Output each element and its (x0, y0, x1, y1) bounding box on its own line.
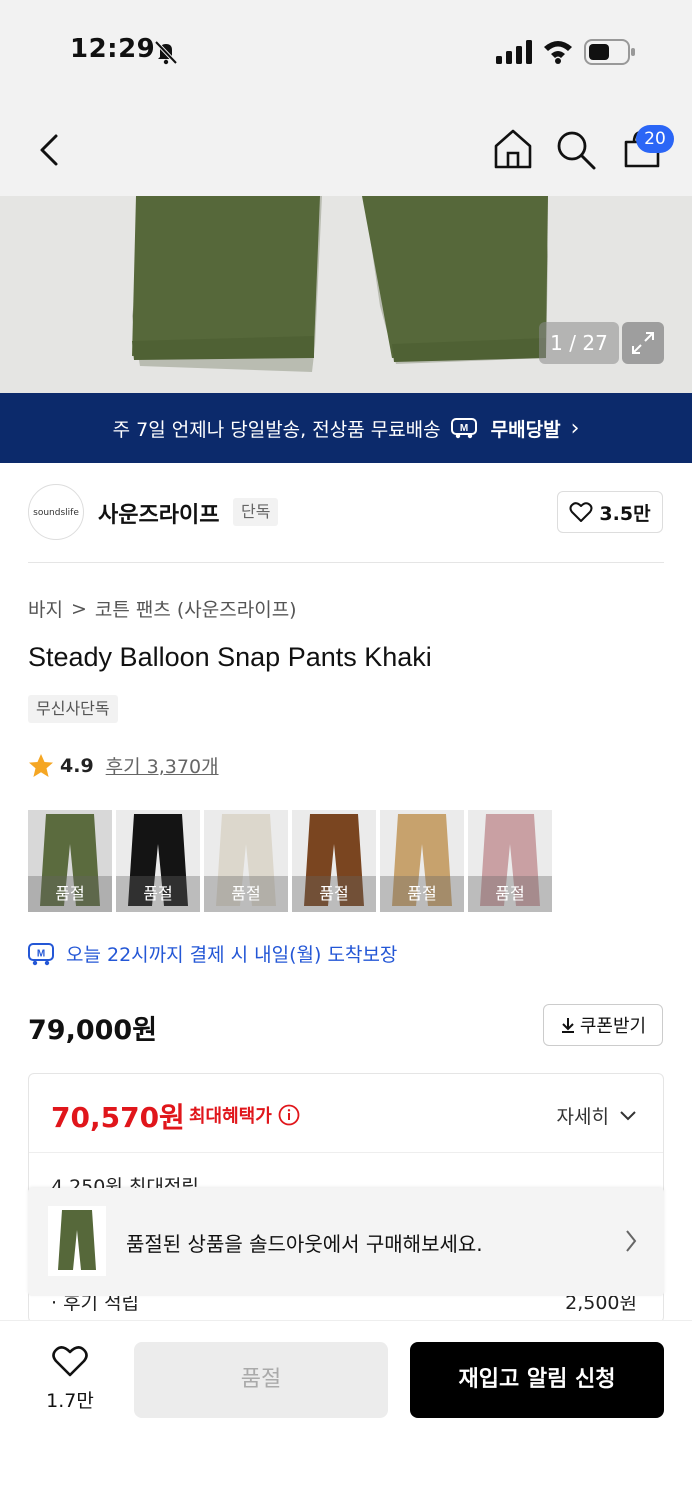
banner-text: 주 7일 언제나 당일발송, 전상품 무료배송 (112, 418, 441, 441)
battery-icon (584, 39, 635, 65)
wishlist-count: 1.7만 (46, 1390, 94, 1412)
wifi-icon (544, 41, 572, 64)
heart-icon (569, 502, 593, 522)
brand-logo[interactable]: soundslife (28, 484, 84, 540)
info-icon[interactable] (278, 1104, 300, 1126)
wishlist-button[interactable]: 1.7만 (40, 1344, 100, 1413)
product-thumbnail (48, 1206, 106, 1276)
expand-icon[interactable] (622, 322, 664, 364)
chevron-right-icon (626, 1230, 637, 1252)
bell-muted-icon (154, 40, 178, 65)
svg-text:M: M (459, 423, 467, 434)
original-price: 79,000원 (28, 1015, 158, 1046)
soldout-label: 품절 (292, 876, 376, 912)
banner-badge: 무배당발 (490, 418, 561, 441)
free-shipping-banner[interactable]: 주 7일 언제나 당일발송, 전상품 무료배송 M 무배당발 › (0, 393, 692, 463)
coupon-label: 쿠폰받기 (579, 1016, 647, 1037)
breadcrumb-category[interactable]: 바지 (28, 595, 63, 622)
download-icon (561, 1018, 574, 1033)
breadcrumb-separator: > (70, 597, 87, 620)
color-options: 품절 품절 품절 품절 품절 품절 (28, 810, 552, 912)
color-swatch[interactable]: 품절 (28, 810, 112, 912)
brand-exclusive-tag: 단독 (233, 498, 279, 526)
benefit-price: 70,570원 (51, 1101, 185, 1134)
soldout-label: 품절 (468, 876, 552, 912)
color-swatch[interactable]: 품절 (292, 810, 376, 912)
product-title: Steady Balloon Snap Pants Khaki (28, 642, 432, 672)
pants-image (132, 196, 548, 372)
divider (28, 562, 664, 563)
soldout-button[interactable]: 품절 (134, 1342, 388, 1418)
restock-alert-button[interactable]: 재입고 알림 신청 (410, 1342, 664, 1418)
delivery-text: 오늘 22시까지 결제 시 내일(월) 도착보장 (66, 944, 398, 966)
breadcrumb: 바지 > 코튼 팬츠 (사운즈라이프) (28, 595, 297, 622)
delivery-guarantee[interactable]: M 오늘 22시까지 결제 시 내일(월) 도착보장 (28, 940, 397, 967)
cart-count-badge: 20 (636, 125, 674, 153)
toast-text: 품절된 상품을 솔드아웃에서 구매해보세요. (126, 1232, 483, 1256)
soldout-label: 품절 (116, 876, 200, 912)
breadcrumb-subcategory[interactable]: 코튼 팬츠 (사운즈라이프) (95, 595, 297, 622)
color-swatch[interactable]: 품절 (204, 810, 288, 912)
heart-icon (52, 1346, 88, 1377)
benefit-detail-toggle[interactable]: 자세히 (557, 1102, 637, 1129)
review-count-link[interactable]: 후기 3,370개 (106, 752, 219, 779)
svg-text:M: M (37, 948, 45, 959)
color-swatch[interactable]: 품절 (116, 810, 200, 912)
cellular-signal-icon (496, 40, 532, 64)
benefit-label: 최대혜택가 (189, 1102, 300, 1128)
search-icon[interactable] (554, 128, 598, 172)
home-icon[interactable] (490, 126, 536, 172)
soldout-label: 품절 (204, 876, 288, 912)
color-swatch[interactable]: 품절 (468, 810, 552, 912)
rating-score: 4.9 (60, 754, 94, 777)
brand-like-count: 3.5만 (599, 502, 651, 525)
soldout-label: 품절 (380, 876, 464, 912)
status-time: 12:29 (70, 34, 156, 64)
chevron-right-icon: › (570, 415, 580, 441)
rating[interactable]: 4.9 후기 3,370개 (28, 752, 219, 779)
coupon-button[interactable]: 쿠폰받기 (543, 1004, 663, 1046)
divider (29, 1152, 663, 1153)
delivery-truck-icon: M (450, 418, 477, 439)
star-icon (29, 753, 53, 777)
soldout-label: 품절 (28, 876, 112, 912)
benefit-detail-label: 자세히 (556, 1106, 609, 1128)
color-swatch[interactable]: 품절 (380, 810, 464, 912)
exclusive-tag: 무신사단독 (28, 695, 118, 723)
back-arrow-icon[interactable] (30, 128, 70, 172)
chevron-down-icon (620, 1110, 636, 1120)
benefit-label-text: 최대혜택가 (189, 1106, 272, 1127)
brand-name[interactable]: 사운즈라이프 (98, 497, 219, 529)
brand-like-button[interactable]: 3.5만 (557, 491, 663, 533)
product-image[interactable] (0, 196, 692, 394)
image-counter: 1 / 27 (539, 322, 619, 364)
delivery-truck-icon: M (28, 942, 54, 965)
soldout-suggestion-toast[interactable]: 품절된 상품을 솔드아웃에서 구매해보세요. (28, 1188, 664, 1296)
